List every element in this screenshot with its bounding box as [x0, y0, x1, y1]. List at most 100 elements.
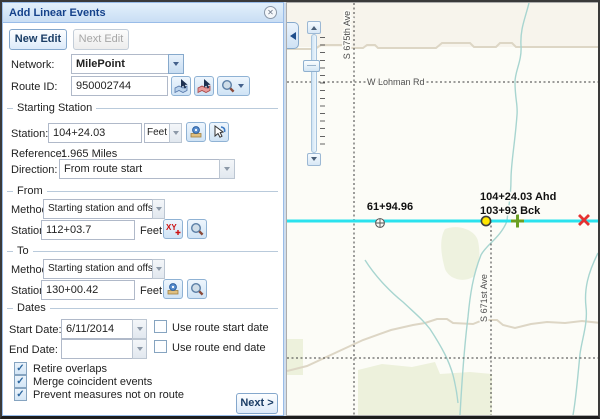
direction-value: From route start: [59, 159, 219, 179]
from-method-value: Starting station and offset: [43, 199, 152, 219]
zoom-to-route-split-button[interactable]: [217, 76, 250, 96]
zoom-out-button[interactable]: [307, 153, 321, 166]
from-units-text: Feet: [140, 225, 162, 237]
retire-overlaps-label: Retire overlaps: [33, 363, 107, 375]
map-canvas[interactable]: W Lohman Rd S 675th Ave S 671st Ave 61+9…: [286, 2, 600, 416]
cursor-snap-icon: [211, 124, 227, 140]
map-pointer-red-icon: [196, 78, 212, 94]
map-minor-road: [287, 319, 600, 371]
start-date-value: 6/11/2014: [61, 319, 132, 339]
station-marker-tool-button[interactable]: [186, 122, 206, 142]
direction-select[interactable]: From route start: [59, 159, 235, 179]
check-icon: ✓: [16, 389, 24, 400]
collapse-panel-button[interactable]: [286, 22, 299, 49]
map-land-band: [287, 3, 600, 47]
panel-title: Add Linear Events: [9, 7, 264, 19]
start-date-field[interactable]: 6/11/2014: [61, 319, 147, 339]
network-value: MilePoint: [71, 54, 168, 74]
from-zoom-button[interactable]: [187, 219, 207, 239]
magnifier-icon: [220, 78, 236, 94]
clear-route-selection-button[interactable]: [194, 76, 214, 96]
triangle-up-icon: [311, 23, 317, 30]
chevron-down-icon: [137, 327, 143, 334]
from-method-trigger[interactable]: [152, 199, 165, 219]
map-field-patch: [358, 362, 492, 416]
to-fieldset-legend: To: [7, 246, 278, 256]
app-window: Add Linear Events ✕ New Edit Next Edit N…: [0, 0, 600, 419]
magnifier-icon: [189, 281, 205, 297]
close-icon[interactable]: ✕: [264, 6, 277, 19]
retire-overlaps-checkbox[interactable]: ✓: [14, 362, 27, 375]
use-route-end-date-label: Use route end date: [172, 342, 266, 354]
map-pointer-blue-icon: [173, 78, 189, 94]
to-station-marker-button[interactable]: [163, 279, 183, 299]
xy-coordinates-icon: XY: [165, 221, 181, 237]
station-marker-icon: [165, 281, 181, 297]
station-label-ref: 61+94.96: [367, 201, 413, 213]
station-label-ahead: 104+24.03 Ahd: [480, 191, 556, 203]
chevron-down-icon: [137, 347, 143, 354]
add-linear-events-panel: Add Linear Events ✕ New Edit Next Edit N…: [2, 2, 284, 416]
to-station-input[interactable]: 130+00.42: [41, 280, 135, 300]
chevron-down-icon: [156, 207, 162, 214]
network-dropdown-trigger[interactable]: [168, 54, 184, 74]
route-id-label: Route ID:: [11, 81, 57, 93]
map-graphics: W Lohman Rd S 675th Ave S 671st Ave 61+9…: [287, 3, 600, 416]
from-fieldset-legend: From: [7, 186, 278, 196]
network-select[interactable]: MilePoint: [71, 54, 184, 74]
next-edit-button[interactable]: Next Edit: [73, 29, 129, 50]
to-method-select[interactable]: Starting station and offset: [43, 259, 165, 279]
end-date-label: End Date:: [9, 344, 58, 356]
chevron-down-icon: [156, 267, 162, 274]
selected-station-point-icon[interactable]: [481, 216, 490, 225]
from-station-input[interactable]: 112+03.7: [41, 220, 135, 240]
next-button[interactable]: Next >: [236, 393, 278, 414]
from-method-select[interactable]: Starting station and offset: [43, 199, 165, 219]
zoom-in-button[interactable]: [307, 21, 321, 34]
prevent-measures-checkbox[interactable]: ✓: [14, 388, 27, 401]
to-units-text: Feet: [140, 285, 162, 297]
road-label-s675: S 675th Ave: [342, 11, 352, 59]
network-label: Network:: [11, 59, 54, 71]
to-method-trigger[interactable]: [152, 259, 165, 279]
panel-titlebar: Add Linear Events ✕: [3, 3, 283, 23]
merge-coincident-events-checkbox[interactable]: ✓: [14, 375, 27, 388]
end-date-value: [61, 339, 132, 359]
starting-units-value: Feet: [144, 123, 169, 143]
reference-label: Reference:: [11, 148, 65, 160]
starting-station-fieldset-legend: Starting Station: [7, 103, 278, 113]
units-dropdown-trigger[interactable]: [169, 123, 182, 143]
merge-coincident-events-label: Merge coincident events: [33, 376, 152, 388]
starting-station-label: Station:: [11, 128, 48, 140]
triangle-down-icon: [311, 157, 317, 164]
route-id-input[interactable]: 950002744: [71, 76, 168, 96]
end-date-field[interactable]: [61, 339, 147, 359]
start-date-trigger[interactable]: [132, 319, 147, 339]
zoom-slider-track[interactable]: [311, 34, 317, 153]
chevron-down-icon: [224, 167, 230, 174]
zoom-slider-thumb[interactable]: [303, 60, 320, 72]
pick-station-on-map-button[interactable]: [209, 122, 229, 142]
road-label-s671: S 671st Ave: [479, 274, 489, 322]
svg-text:XY: XY: [166, 223, 177, 232]
zoom-slider-ticks: [320, 37, 325, 150]
station-marker-icon: [188, 124, 204, 140]
use-route-end-date-checkbox[interactable]: [154, 340, 167, 353]
to-method-value: Starting station and offset: [43, 259, 152, 279]
map-field-patch: [441, 227, 479, 280]
from-xy-button[interactable]: XY: [163, 219, 183, 239]
select-route-on-map-button[interactable]: [171, 76, 191, 96]
new-edit-button[interactable]: New Edit: [9, 29, 67, 50]
direction-dropdown-trigger[interactable]: [219, 159, 235, 179]
to-zoom-button[interactable]: [187, 279, 207, 299]
check-icon: ✓: [16, 363, 24, 374]
triangle-left-icon: [286, 32, 296, 40]
chevron-down-icon: [173, 131, 179, 138]
starting-station-input[interactable]: 104+24.03: [48, 123, 142, 143]
end-date-trigger[interactable]: [132, 339, 147, 359]
reference-marker-icon[interactable]: [376, 219, 385, 228]
chevron-down-icon: [238, 84, 244, 91]
use-route-start-date-checkbox[interactable]: [154, 320, 167, 333]
starting-units-select[interactable]: Feet: [144, 123, 182, 143]
use-route-start-date-label: Use route start date: [172, 322, 269, 334]
